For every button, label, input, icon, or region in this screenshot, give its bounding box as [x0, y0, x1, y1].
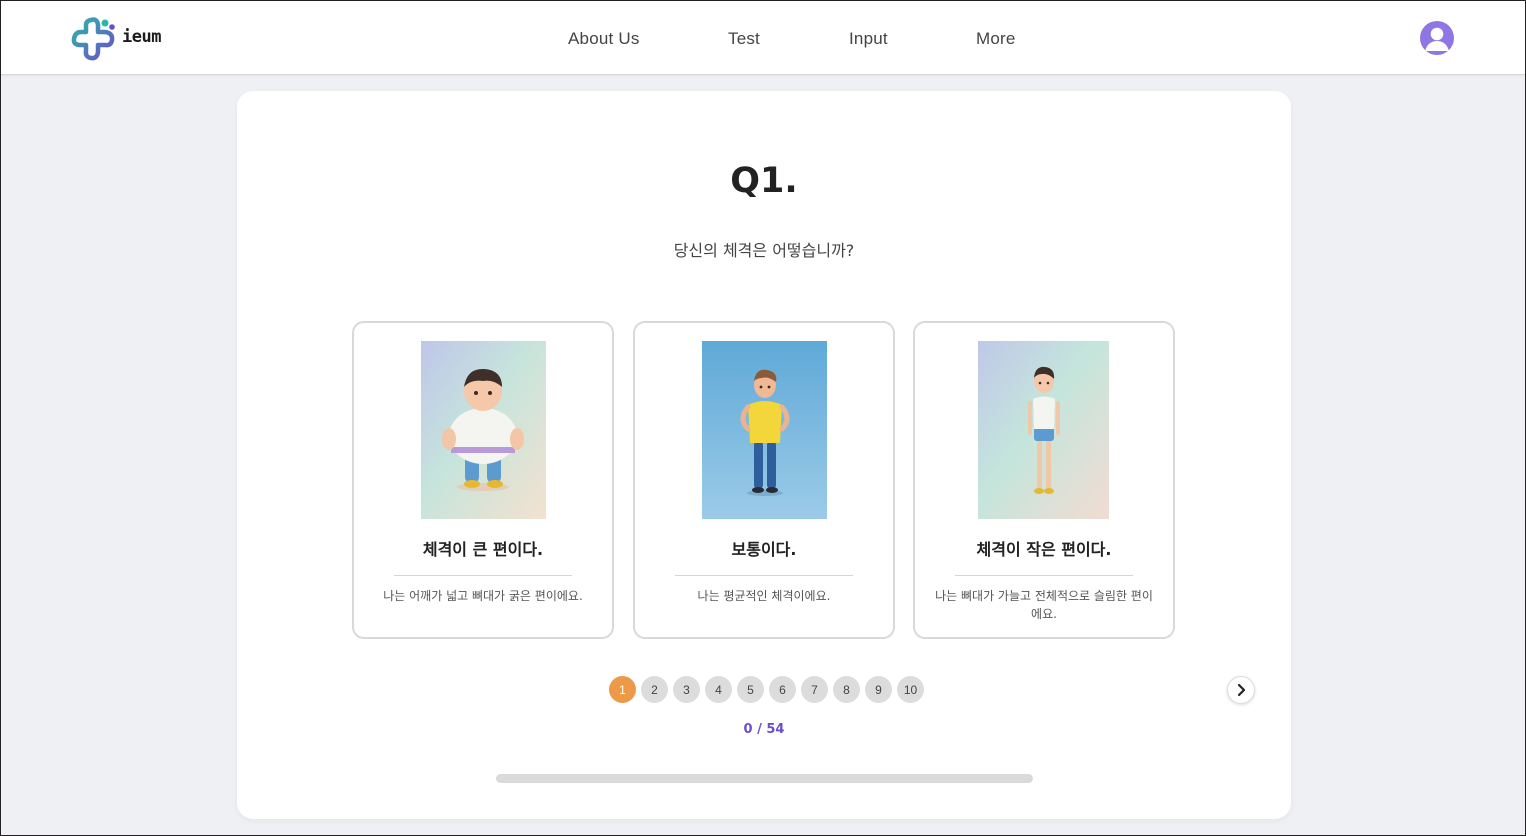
option-large-build[interactable]: 체격이 큰 편이다. 나는 어깨가 넓고 뼈대가 굵은 편이에요.	[352, 321, 614, 639]
page-button-8[interactable]: 8	[833, 676, 860, 703]
nav-about-us[interactable]: About Us	[568, 29, 640, 49]
option-description: 나는 뼈대가 가늘고 전체적으로 슬림한 편이에요.	[935, 589, 1153, 621]
question-card: Q1. 당신의 체격은 어떻습니까? 체격이 큰 편이다. 나는 어깨가 넓고 …	[237, 91, 1291, 819]
option-title: 보통이다.	[731, 540, 797, 559]
option-title: 체격이 작은 편이다.	[976, 540, 1112, 559]
page-button-2[interactable]: 2	[641, 676, 668, 703]
page-button-10[interactable]: 10	[897, 676, 924, 703]
option-divider	[955, 575, 1133, 576]
progress-counter: 0 / 54	[743, 722, 785, 737]
option-divider	[675, 575, 853, 576]
main-nav: About Us Test Input More	[1, 1, 1525, 75]
page-button-4[interactable]: 4	[705, 676, 732, 703]
option-description: 나는 평균적인 체격이에요.	[697, 589, 831, 603]
option-divider	[394, 575, 572, 576]
question-number: Q1.	[730, 161, 798, 201]
top-navigation-bar: ieum About Us Test Input More	[1, 1, 1525, 75]
nav-input[interactable]: Input	[849, 29, 888, 49]
page-button-1[interactable]: 1	[609, 676, 636, 703]
option-image-large	[421, 341, 546, 519]
page-button-3[interactable]: 3	[673, 676, 700, 703]
next-question-button[interactable]	[1227, 676, 1255, 704]
page-button-6[interactable]: 6	[769, 676, 796, 703]
question-pagination: 1 2 3 4 5 6 7 8 9 10	[609, 676, 924, 703]
question-text: 당신의 체격은 어떻습니까?	[673, 241, 855, 260]
option-title: 체격이 큰 편이다.	[422, 540, 544, 559]
option-description: 나는 어깨가 넓고 뼈대가 굵은 편이에요.	[383, 589, 583, 603]
user-avatar-icon[interactable]	[1420, 21, 1454, 55]
option-image-small	[978, 341, 1109, 519]
progress-bar	[496, 774, 1033, 783]
nav-test[interactable]: Test	[728, 29, 760, 49]
nav-more[interactable]: More	[976, 29, 1016, 49]
page-button-7[interactable]: 7	[801, 676, 828, 703]
option-small-build[interactable]: 체격이 작은 편이다. 나는 뼈대가 가늘고 전체적으로 슬림한 편이에요.	[913, 321, 1175, 639]
option-average-build[interactable]: 보통이다. 나는 평균적인 체격이에요.	[633, 321, 895, 639]
page-button-5[interactable]: 5	[737, 676, 764, 703]
option-image-average	[702, 341, 827, 519]
page-button-9[interactable]: 9	[865, 676, 892, 703]
chevron-right-icon	[1237, 683, 1246, 697]
